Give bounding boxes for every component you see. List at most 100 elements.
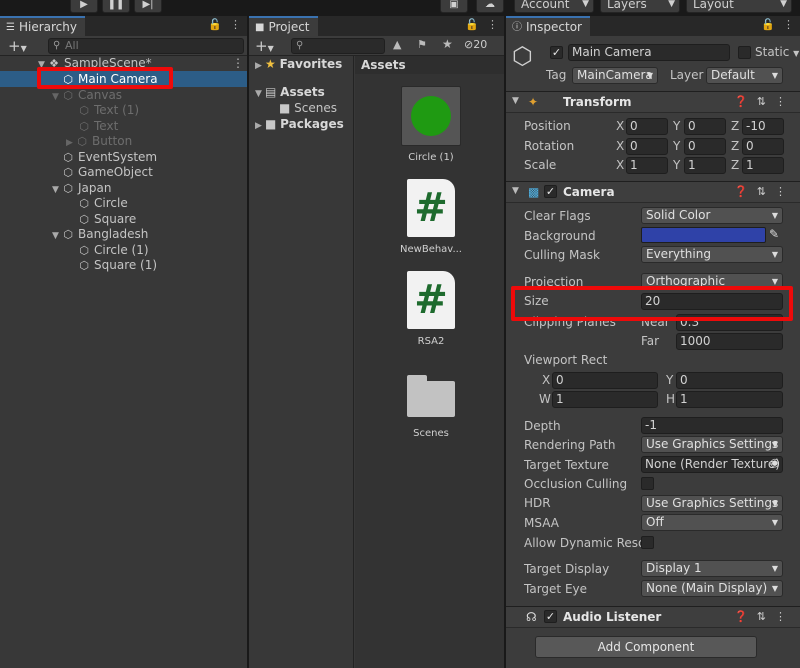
lock-icon[interactable]: 🔓 — [465, 18, 479, 31]
active-checkbox[interactable]: ✓ — [550, 46, 563, 59]
culling-mask-dropdown[interactable]: Everything ▼ — [641, 246, 783, 263]
clip-far-field[interactable]: 1000 — [676, 333, 783, 350]
layer-dropdown[interactable]: Default ▼ — [706, 67, 783, 84]
presets-icon[interactable]: ⇅ — [757, 185, 766, 198]
step-button[interactable]: ▶| — [134, 0, 162, 13]
tab-project[interactable]: ■ Project — [249, 16, 318, 36]
more-menu-icon[interactable]: ⋮ — [230, 18, 241, 31]
project-search-input[interactable]: ⚲ — [291, 38, 385, 54]
tab-inspector[interactable]: ⓘ Inspector — [506, 16, 590, 36]
more-menu-icon[interactable]: ⋮ — [487, 18, 498, 31]
hierarchy-item-eventsystem[interactable]: ⬡ EventSystem — [62, 149, 157, 165]
static-dropdown[interactable]: Static ▼ — [755, 44, 799, 62]
help-icon[interactable]: ❓ — [734, 95, 748, 108]
filter-type-icon[interactable]: ▲ — [393, 38, 401, 51]
more-menu-icon[interactable]: ⋮ — [775, 95, 786, 108]
lock-icon[interactable]: 🔓 — [761, 18, 775, 31]
scale-y-field[interactable]: 1 — [684, 157, 726, 174]
position-x-field[interactable]: 0 — [626, 118, 668, 135]
rendering-path-dropdown[interactable]: Use Graphics Settings ▼ — [641, 436, 783, 453]
favorite-star-icon[interactable]: ★ — [442, 37, 453, 51]
more-menu-icon[interactable]: ⋮ — [783, 18, 794, 31]
viewport-y-field[interactable]: 0 — [676, 372, 783, 389]
layout-dropdown[interactable]: Layout ▼ — [686, 0, 792, 13]
hierarchy-item-button[interactable]: ▶ ⬡ Button — [66, 133, 132, 149]
asset-scenes-folder[interactable]: Scenes — [391, 362, 471, 439]
add-component-button[interactable]: Add Component — [535, 636, 757, 658]
viewport-w-field[interactable]: 1 — [552, 391, 658, 408]
occlusion-culling-checkbox[interactable] — [641, 477, 654, 490]
transform-component-header[interactable]: ▼ ✦ Transform ❓ ⇅ ⋮ — [506, 91, 800, 113]
presets-icon[interactable]: ⇅ — [757, 610, 766, 623]
clear-flags-dropdown[interactable]: Solid Color ▼ — [641, 207, 783, 224]
background-color-field[interactable] — [641, 227, 766, 243]
camera-enabled-checkbox[interactable]: ✓ — [544, 185, 557, 198]
msaa-dropdown[interactable]: Off ▼ — [641, 514, 783, 531]
camera-component-header[interactable]: ▼ ▩ ✓ Camera ❓ ⇅ ⋮ — [506, 181, 800, 203]
pause-button[interactable]: ❚❚ — [102, 0, 130, 13]
static-checkbox[interactable] — [738, 46, 751, 59]
help-icon[interactable]: ❓ — [734, 610, 748, 623]
more-menu-icon[interactable]: ⋮ — [775, 610, 786, 623]
depth-field[interactable]: -1 — [641, 417, 783, 434]
tree-scenes[interactable]: ■ Scenes — [279, 100, 337, 116]
play-button[interactable]: ▶ — [70, 0, 98, 13]
help-icon[interactable]: ❓ — [734, 185, 748, 198]
allow-dynamic-resolution-checkbox[interactable] — [641, 536, 654, 549]
cloud-button[interactable]: ☁ — [476, 0, 504, 13]
hierarchy-item-text-1[interactable]: ⬡ Text (1) — [78, 102, 139, 118]
audio-listener-component-header[interactable]: ☊ ✓ Audio Listener ❓ ⇅ ⋮ — [506, 606, 800, 628]
target-texture-field[interactable]: None (Render Texture) — [641, 456, 783, 473]
more-menu-icon[interactable]: ⋮ — [775, 185, 786, 198]
hidden-packages-toggle[interactable]: ⊘20 — [464, 38, 487, 51]
tree-packages[interactable]: ▶ ■ Packages — [255, 116, 344, 132]
object-name-field[interactable]: Main Camera — [568, 44, 730, 61]
tag-dropdown[interactable]: MainCamera ▼ — [572, 67, 658, 84]
target-display-dropdown[interactable]: Display 1 ▼ — [641, 560, 783, 577]
hierarchy-item-circle-1[interactable]: ⬡ Circle (1) — [78, 242, 148, 258]
rotation-z-field[interactable]: 0 — [742, 138, 784, 155]
hierarchy-search-input[interactable]: ⚲ All — [48, 38, 244, 54]
presets-icon[interactable]: ⇅ — [757, 95, 766, 108]
scale-x-field[interactable]: 1 — [626, 157, 668, 174]
account-dropdown[interactable]: Account ▼ — [514, 0, 594, 13]
position-y-field[interactable]: 0 — [684, 118, 726, 135]
asset-newbehaviour-script[interactable]: # NewBehav... — [391, 178, 471, 255]
position-z-field[interactable]: -10 — [742, 118, 784, 135]
expanded-arrow-icon: ▼ — [52, 231, 59, 241]
viewport-h-field[interactable]: 1 — [676, 391, 783, 408]
hierarchy-item-bangladesh[interactable]: ▼ ⬡ Bangladesh — [52, 226, 148, 242]
chevron-down-icon: ▼ — [771, 564, 778, 573]
asset-circle-1[interactable]: Circle (1) — [391, 86, 471, 163]
collab-button[interactable]: ▣ — [440, 0, 468, 13]
layers-dropdown[interactable]: Layers ▼ — [600, 0, 680, 13]
label-tag-icon[interactable]: ⚑ — [417, 38, 427, 51]
hierarchy-item-circle[interactable]: ⬡ Circle — [78, 195, 128, 211]
collab-icon: ▣ — [449, 0, 459, 10]
rotation-y-field[interactable]: 0 — [684, 138, 726, 155]
audio-listener-enabled-checkbox[interactable]: ✓ — [544, 610, 557, 623]
target-eye-dropdown[interactable]: None (Main Display) ▼ — [641, 580, 783, 597]
lock-icon[interactable]: 🔓 — [208, 18, 222, 31]
eyedropper-icon[interactable]: ✎ — [769, 227, 779, 241]
hierarchy-item-japan[interactable]: ▼ ⬡ Japan — [52, 180, 111, 196]
object-picker-icon[interactable]: ◉ — [770, 456, 780, 469]
hierarchy-item-gameobject[interactable]: ⬡ GameObject — [62, 164, 153, 180]
hierarchy-item-square-1[interactable]: ⬡ Square (1) — [78, 257, 157, 273]
scale-z-field[interactable]: 1 — [742, 157, 784, 174]
hierarchy-item-square[interactable]: ⬡ Square — [78, 211, 136, 227]
viewport-x-field[interactable]: 0 — [552, 372, 658, 389]
hierarchy-item-text[interactable]: ⬡ Text — [78, 118, 118, 134]
more-menu-icon[interactable]: ⋮ — [232, 55, 244, 71]
tree-assets[interactable]: ▼ ▤ Assets — [255, 84, 325, 100]
create-button[interactable]: +▼ — [8, 37, 27, 55]
hierarchy-panel: ☰ Hierarchy 🔓 ⋮ +▼ ⚲ All ▼ ❖ SampleScene* … — [0, 16, 248, 668]
hdr-dropdown[interactable]: Use Graphics Settings ▼ — [641, 495, 783, 512]
rotation-x-field[interactable]: 0 — [626, 138, 668, 155]
tab-hierarchy[interactable]: ☰ Hierarchy — [0, 16, 85, 36]
tree-favorites[interactable]: ▶ ★ Favorites — [255, 56, 342, 72]
assets-breadcrumb[interactable]: Assets — [355, 56, 504, 74]
hierarchy-item-canvas[interactable]: ▼ ⬡ Canvas — [52, 87, 122, 103]
create-button[interactable]: +▼ — [255, 37, 274, 55]
asset-rsa2-script[interactable]: # RSA2 — [391, 270, 471, 347]
